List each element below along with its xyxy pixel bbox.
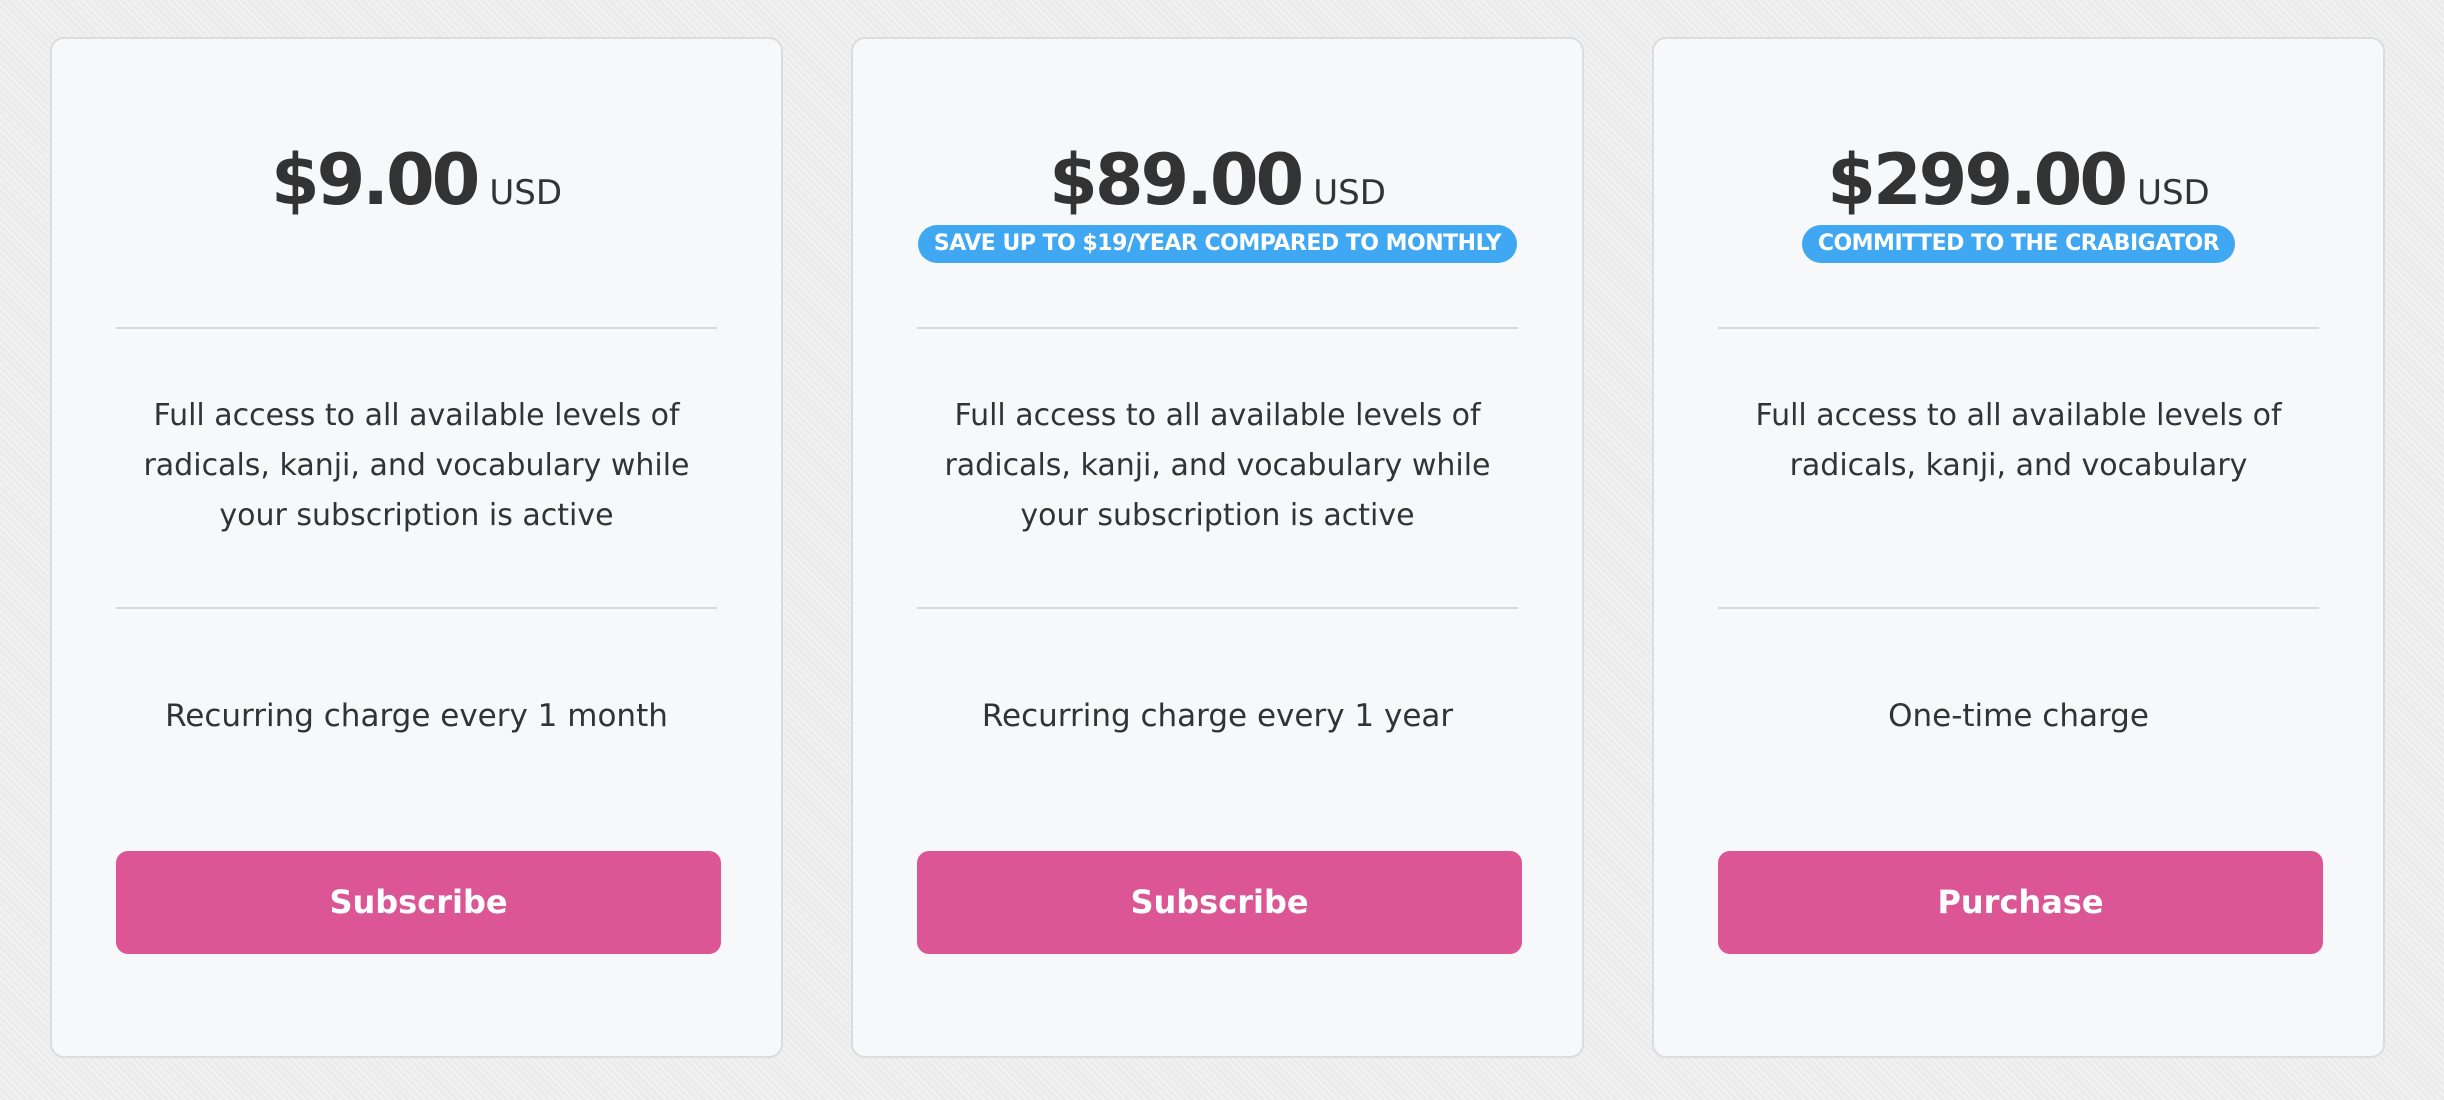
price-amount: $89.00: [1049, 139, 1304, 221]
price-currency: USD: [1313, 173, 1386, 213]
price-row: $9.00 USD: [52, 139, 781, 221]
plan-card-monthly: $9.00 USD Full access to all available le…: [50, 37, 783, 1058]
plan-description: Full access to all available levels of r…: [143, 398, 690, 533]
badge-wrap: COMMITTED TO THE CRABIGATOR: [1654, 225, 2383, 263]
subscribe-yearly-button[interactable]: Subscribe: [917, 851, 1522, 954]
pricing-plans: $9.00 USD Full access to all available le…: [0, 0, 2444, 1100]
subscribe-monthly-button[interactable]: Subscribe: [116, 851, 721, 954]
plan-description: Full access to all available levels of r…: [1755, 398, 2282, 483]
plan-card-lifetime: $299.00 USD COMMITTED TO THE CRABIGATOR F…: [1652, 37, 2385, 1058]
price-amount: $9.00: [270, 139, 480, 221]
badge-wrap: SAVE UP TO $19/YEAR COMPARED TO MONTHLY: [853, 225, 1582, 263]
divider: [116, 607, 717, 609]
charge-info: Recurring charge every 1 month: [165, 698, 668, 734]
purchase-lifetime-button[interactable]: Purchase: [1718, 851, 2323, 954]
plan-card-yearly: $89.00 USD SAVE UP TO $19/YEAR COMPARED T…: [851, 37, 1584, 1058]
divider: [1718, 327, 2319, 329]
price-row: $89.00 USD: [853, 139, 1582, 221]
lifetime-badge: COMMITTED TO THE CRABIGATOR: [1801, 225, 2236, 263]
price-currency: USD: [489, 173, 563, 213]
price-row: $299.00 USD: [1654, 139, 2383, 221]
divider: [116, 327, 717, 329]
plan-description: Full access to all available levels of r…: [944, 398, 1491, 533]
charge-info: Recurring charge every 1 year: [981, 698, 1454, 734]
divider: [917, 607, 1518, 609]
charge-info: One-time charge: [1888, 698, 2149, 734]
divider: [1718, 607, 2319, 609]
price-amount: $299.00: [1827, 139, 2128, 221]
divider: [917, 327, 1518, 329]
price-currency: USD: [2137, 173, 2210, 213]
savings-badge: SAVE UP TO $19/YEAR COMPARED TO MONTHLY: [917, 225, 1518, 263]
